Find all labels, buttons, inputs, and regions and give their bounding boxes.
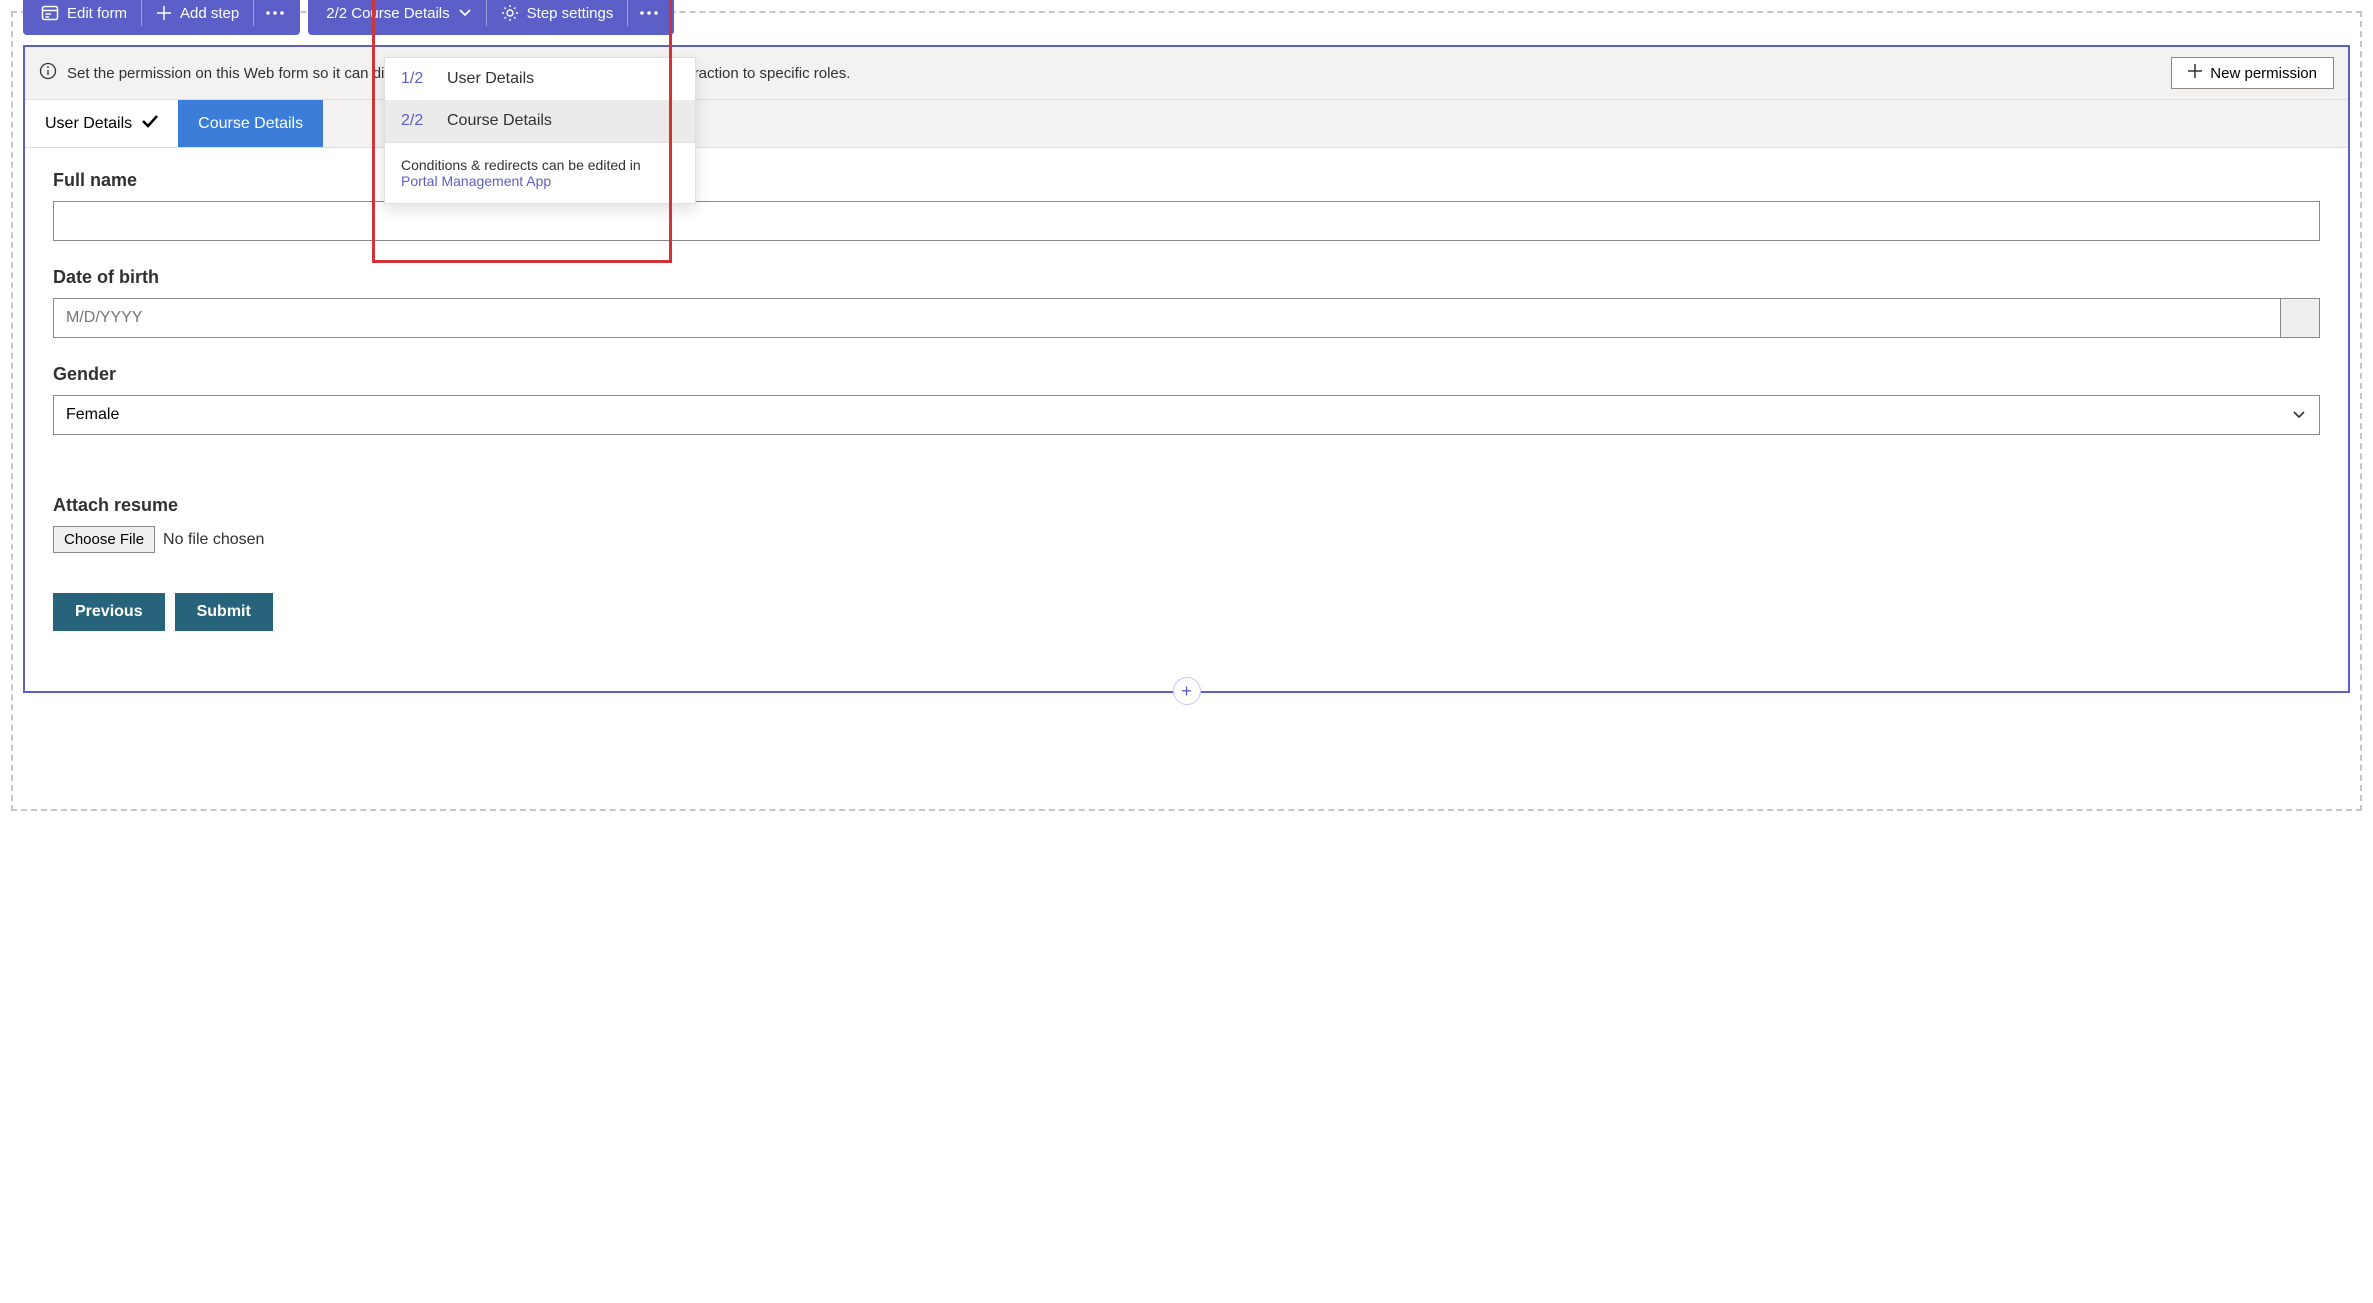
form-tabs: User Details Course Details: [25, 100, 2348, 148]
previous-button[interactable]: Previous: [53, 593, 165, 631]
permission-info-bar: Set the permission on this Web form so i…: [25, 47, 2348, 100]
toolbar-step-more-button[interactable]: [628, 0, 670, 35]
tab-user-details[interactable]: User Details: [25, 100, 178, 147]
add-section-button[interactable]: +: [1173, 677, 1201, 705]
step-settings-label: Step settings: [527, 5, 614, 22]
chevron-down-icon: [458, 8, 472, 18]
plus-icon: +: [1181, 681, 1192, 702]
edit-form-label: Edit form: [67, 5, 127, 22]
attach-resume-label: Attach resume: [53, 495, 2320, 516]
plus-icon: [2188, 64, 2202, 82]
gender-label: Gender: [53, 364, 2320, 385]
gender-select[interactable]: [53, 395, 2320, 435]
gear-icon: [501, 4, 519, 22]
portal-management-link[interactable]: Portal Management App: [401, 173, 551, 189]
form-icon: [41, 4, 59, 22]
toolbar-row: Edit form Add step 2/2 Course Details: [23, 0, 674, 35]
tab-label: Course Details: [198, 115, 303, 133]
toolbar-more-button[interactable]: [254, 0, 296, 35]
dropdown-item-label: Course Details: [447, 112, 552, 130]
field-attach-resume: Attach resume Choose File No file chosen: [53, 495, 2320, 553]
toolbar-step: 2/2 Course Details Step settings: [308, 0, 674, 35]
edit-form-button[interactable]: Edit form: [27, 0, 141, 35]
file-status-text: No file chosen: [163, 531, 264, 549]
ellipsis-icon: [266, 11, 284, 15]
choose-file-button[interactable]: Choose File: [53, 526, 155, 553]
tab-course-details[interactable]: Course Details: [178, 100, 323, 147]
new-permission-button[interactable]: New permission: [2171, 57, 2334, 89]
add-step-label: Add step: [180, 5, 239, 22]
form-canvas: Set the permission on this Web form so i…: [23, 45, 2350, 693]
step-selector-button[interactable]: 2/2 Course Details: [312, 0, 485, 35]
dropdown-item-course-details[interactable]: 2/2 Course Details: [385, 100, 695, 142]
step-dropdown: 1/2 User Details 2/2 Course Details Cond…: [384, 57, 696, 204]
date-picker-button[interactable]: [2280, 298, 2320, 338]
tab-label: User Details: [45, 115, 132, 133]
info-icon: [39, 62, 57, 84]
dob-input[interactable]: [53, 298, 2280, 338]
dropdown-item-num: 2/2: [401, 112, 431, 130]
ellipsis-icon: [640, 11, 658, 15]
design-canvas-outer: Edit form Add step 2/2 Course Details: [11, 11, 2362, 811]
dropdown-footer: Conditions & redirects can be edited in …: [385, 142, 695, 203]
dropdown-item-num: 1/2: [401, 70, 431, 88]
dob-label: Date of birth: [53, 267, 2320, 288]
add-step-button[interactable]: Add step: [142, 0, 253, 35]
submit-button[interactable]: Submit: [175, 593, 273, 631]
plus-icon: [156, 5, 172, 21]
form-body: Full name Date of birth Gender: [25, 148, 2348, 691]
dropdown-footer-text: Conditions & redirects can be edited in: [401, 157, 641, 173]
checkmark-icon: [142, 114, 158, 133]
field-dob: Date of birth: [53, 267, 2320, 338]
step-selector-label: 2/2 Course Details: [326, 5, 449, 22]
field-gender: Gender: [53, 364, 2320, 435]
step-settings-button[interactable]: Step settings: [487, 0, 628, 35]
new-permission-label: New permission: [2210, 65, 2317, 82]
dropdown-item-label: User Details: [447, 70, 534, 88]
full-name-input[interactable]: [53, 201, 2320, 241]
form-actions: Previous Submit: [53, 593, 2320, 631]
dropdown-item-user-details[interactable]: 1/2 User Details: [385, 58, 695, 100]
toolbar-edit: Edit form Add step: [23, 0, 300, 35]
